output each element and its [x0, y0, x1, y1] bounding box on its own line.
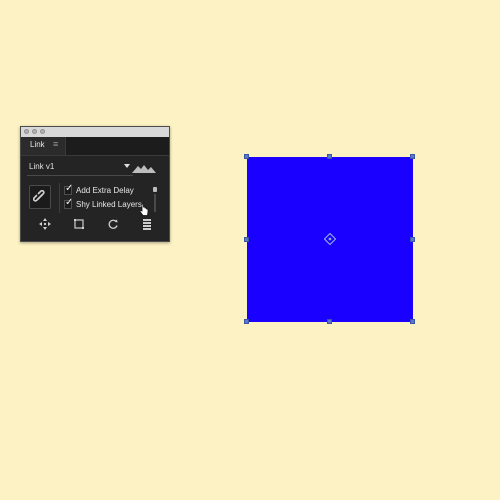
transform-handle-middle-right[interactable]	[410, 237, 415, 242]
checkbox-add-extra-delay[interactable]: ✓	[64, 183, 73, 195]
checkbox-shy-linked-layers[interactable]: ✓	[64, 197, 73, 209]
options-list: ✓ Add Extra Delay ✓ Shy Linked Layers	[59, 183, 146, 213]
option-shy-linked-layers[interactable]: ✓ Shy Linked Layers	[64, 197, 146, 211]
chevron-down-icon	[124, 164, 130, 168]
preset-dropdown[interactable]: Link v1	[27, 160, 133, 176]
transform-handle-bottom-middle[interactable]	[327, 319, 332, 324]
transform-handle-top-left[interactable]	[244, 154, 249, 159]
transform-handle-top-right[interactable]	[410, 154, 415, 159]
transform-handle-bottom-right[interactable]	[410, 319, 415, 324]
panel-tab-bar: Link ≡	[21, 137, 169, 156]
link-button[interactable]	[29, 185, 51, 209]
transform-handle-top-middle[interactable]	[327, 154, 332, 159]
link-panel: Link ≡ Link v1 ✓ Add Extra Delay ✓ Shy L…	[20, 126, 170, 242]
checkmark-icon: ✓	[65, 183, 74, 194]
options-scrollbar[interactable]	[153, 185, 157, 213]
mountain-graph-icon[interactable]	[131, 162, 157, 174]
transform-handle-middle-left[interactable]	[244, 237, 249, 242]
transform-handle-bottom-left[interactable]	[244, 319, 249, 324]
scrollbar-thumb[interactable]	[153, 187, 157, 192]
close-window-icon[interactable]	[24, 129, 29, 134]
stack-icon[interactable]	[140, 217, 154, 231]
option-add-extra-delay[interactable]: ✓ Add Extra Delay	[64, 183, 146, 197]
anchor-point-icon[interactable]	[324, 233, 336, 245]
bounding-box-icon[interactable]	[72, 217, 86, 231]
option-label: Shy Linked Layers	[76, 200, 142, 209]
scrollbar-track[interactable]	[154, 194, 156, 212]
panel-menu-icon[interactable]: ≡	[53, 139, 58, 149]
option-label: Add Extra Delay	[76, 186, 134, 195]
rotate-icon[interactable]	[106, 217, 120, 231]
preset-value: Link v1	[29, 162, 55, 171]
chain-link-icon	[33, 190, 45, 202]
move-icon[interactable]	[38, 217, 52, 231]
minimize-window-icon[interactable]	[32, 129, 37, 134]
zoom-window-icon[interactable]	[40, 129, 45, 134]
checkmark-icon: ✓	[65, 197, 74, 208]
tab-link-label: Link	[30, 140, 45, 149]
tab-link[interactable]: Link ≡	[21, 137, 66, 155]
hand-cursor-icon	[139, 203, 149, 216]
panel-bottom-toolbar	[21, 217, 169, 235]
